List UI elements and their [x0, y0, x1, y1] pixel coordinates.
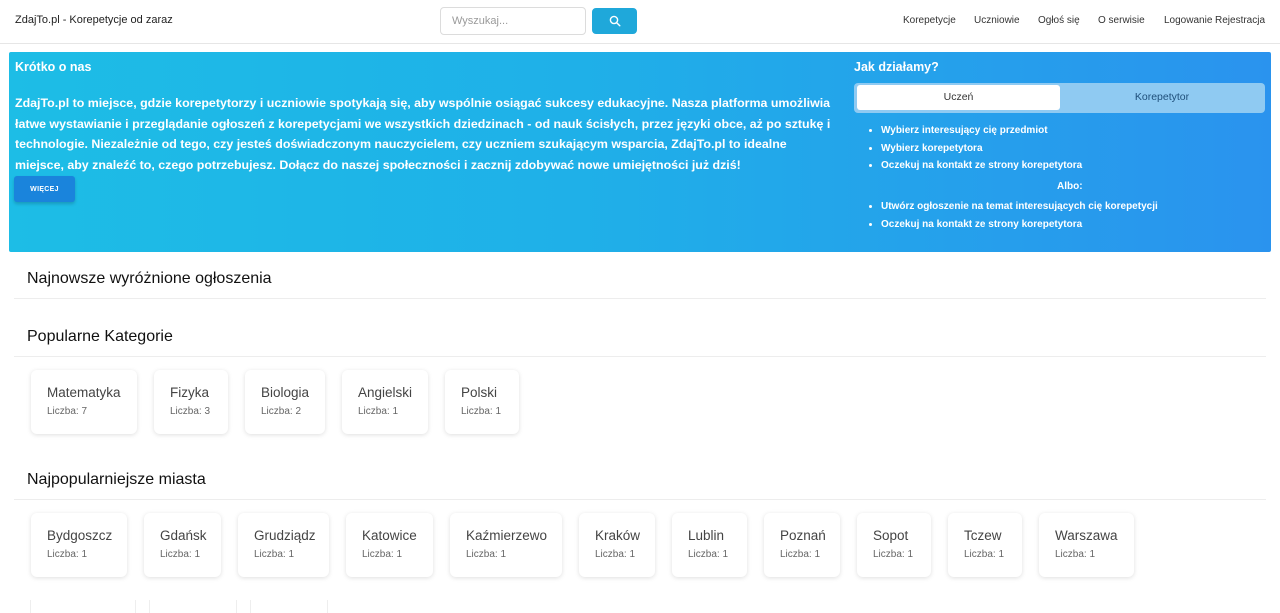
list-item: Oczekuj na kontakt ze strony korepetytor… — [881, 157, 1082, 175]
divider — [14, 356, 1266, 357]
city-count: Liczba: 1 — [1055, 549, 1096, 560]
city-count: Liczba: 1 — [873, 549, 914, 560]
city-count: Liczba: 1 — [595, 549, 636, 560]
city-count: Liczba: 1 — [362, 549, 403, 560]
city-name: Tczew — [964, 528, 1002, 543]
category-name: Angielski — [358, 385, 413, 400]
list-item: Wybierz interesujący cię przedmiot — [881, 122, 1082, 140]
city-card-bydgoszcz[interactable]: Bydgoszcz Liczba: 1 — [31, 513, 127, 577]
city-card-lublin[interactable]: Lublin Liczba: 1 — [672, 513, 747, 577]
category-card-fizyka[interactable]: Fizyka Liczba: 3 — [154, 370, 228, 434]
city-count: Liczba: 1 — [780, 549, 821, 560]
city-count: Liczba: 1 — [47, 549, 88, 560]
city-count: Liczba: 1 — [160, 549, 201, 560]
nav-korepetycje[interactable]: Korepetycje — [903, 15, 956, 26]
city-name: Lublin — [688, 528, 725, 543]
city-name: Warszawa — [1055, 528, 1118, 543]
city-card-kazmierzewo[interactable]: Kaźmierzewo Liczba: 1 — [450, 513, 562, 577]
about-title: Krótko o nas — [15, 60, 92, 74]
nav-uczniowie[interactable]: Uczniowie — [974, 15, 1020, 26]
site-brand[interactable]: ZdajTo.pl - Korepetycje od zaraz — [15, 14, 173, 26]
city-card-tczew[interactable]: Tczew Liczba: 1 — [948, 513, 1022, 577]
category-count: Liczba: 2 — [261, 406, 302, 417]
hero-banner: Krótko o nas ZdajTo.pl to miejsce, gdzie… — [9, 52, 1271, 252]
role-tabs: Uczeń Korepetytor — [854, 83, 1265, 113]
card-edge — [149, 600, 237, 613]
card-edge — [250, 600, 328, 613]
category-name: Biologia — [261, 385, 310, 400]
or-label: Albo: — [1057, 181, 1083, 192]
featured-section-title: Najnowsze wyróżnione ogłoszenia — [27, 270, 272, 287]
city-name: Bydgoszcz — [47, 528, 113, 543]
category-count: Liczba: 7 — [47, 406, 88, 417]
city-count: Liczba: 1 — [466, 549, 507, 560]
steps-list-primary: Wybierz interesujący cię przedmiot Wybie… — [881, 122, 1082, 175]
search-icon — [609, 15, 621, 27]
city-card-poznan[interactable]: Poznań Liczba: 1 — [764, 513, 840, 577]
nav-oglos-sie[interactable]: Ogłoś się — [1038, 15, 1080, 26]
search-input[interactable] — [440, 7, 586, 35]
city-card-krakow[interactable]: Kraków Liczba: 1 — [579, 513, 655, 577]
city-card-gdansk[interactable]: Gdańsk Liczba: 1 — [144, 513, 221, 577]
category-name: Matematyka — [47, 385, 121, 400]
city-card-warszawa[interactable]: Warszawa Liczba: 1 — [1039, 513, 1134, 577]
nav-o-serwisie[interactable]: O serwisie — [1098, 15, 1145, 26]
city-name: Gdańsk — [160, 528, 207, 543]
category-card-biologia[interactable]: Biologia Liczba: 2 — [245, 370, 325, 434]
nav-rejestracja[interactable]: Rejestracja — [1215, 15, 1265, 26]
category-card-matematyka[interactable]: Matematyka Liczba: 7 — [31, 370, 137, 434]
category-count: Liczba: 1 — [461, 406, 502, 417]
city-count: Liczba: 1 — [964, 549, 1005, 560]
divider — [14, 298, 1266, 299]
city-name: Kraków — [595, 528, 641, 543]
how-it-works-title: Jak działamy? — [854, 60, 939, 74]
more-button[interactable]: WIĘCEJ — [14, 176, 75, 202]
city-name: Kaźmierzewo — [466, 528, 548, 543]
category-count: Liczba: 1 — [358, 406, 399, 417]
cities-section-title: Najpopularniejsze miasta — [27, 471, 206, 488]
city-name: Grudziądz — [254, 528, 316, 543]
city-count: Liczba: 1 — [688, 549, 729, 560]
list-item: Utwórz ogłoszenie na temat interesującyc… — [881, 198, 1158, 216]
steps-list-alternative: Utwórz ogłoszenie na temat interesującyc… — [881, 198, 1158, 233]
tab-uczen[interactable]: Uczeń — [857, 85, 1060, 110]
card-edge — [30, 600, 136, 613]
category-name: Fizyka — [170, 385, 210, 400]
tab-korepetytor[interactable]: Korepetytor — [1062, 85, 1262, 110]
top-navbar: ZdajTo.pl - Korepetycje od zaraz Korepet… — [0, 0, 1280, 44]
search-button[interactable] — [592, 8, 637, 34]
city-name: Katowice — [362, 528, 417, 543]
categories-section-title: Popularne Kategorie — [27, 328, 173, 345]
list-item: Oczekuj na kontakt ze strony korepetytor… — [881, 216, 1158, 234]
city-card-grudziadz[interactable]: Grudziądz Liczba: 1 — [238, 513, 329, 577]
about-text: ZdajTo.pl to miejsce, gdzie korepetytorz… — [15, 96, 831, 172]
category-name: Polski — [461, 385, 498, 400]
city-card-katowice[interactable]: Katowice Liczba: 1 — [346, 513, 433, 577]
category-count: Liczba: 3 — [170, 406, 211, 417]
city-name: Poznań — [780, 528, 826, 543]
city-card-sopot[interactable]: Sopot Liczba: 1 — [857, 513, 931, 577]
city-name: Sopot — [873, 528, 909, 543]
nav-logowanie[interactable]: Logowanie — [1164, 15, 1212, 26]
divider — [14, 499, 1266, 500]
category-card-angielski[interactable]: Angielski Liczba: 1 — [342, 370, 428, 434]
list-item: Wybierz korepetytora — [881, 140, 1082, 158]
category-card-polski[interactable]: Polski Liczba: 1 — [445, 370, 519, 434]
city-count: Liczba: 1 — [254, 549, 295, 560]
